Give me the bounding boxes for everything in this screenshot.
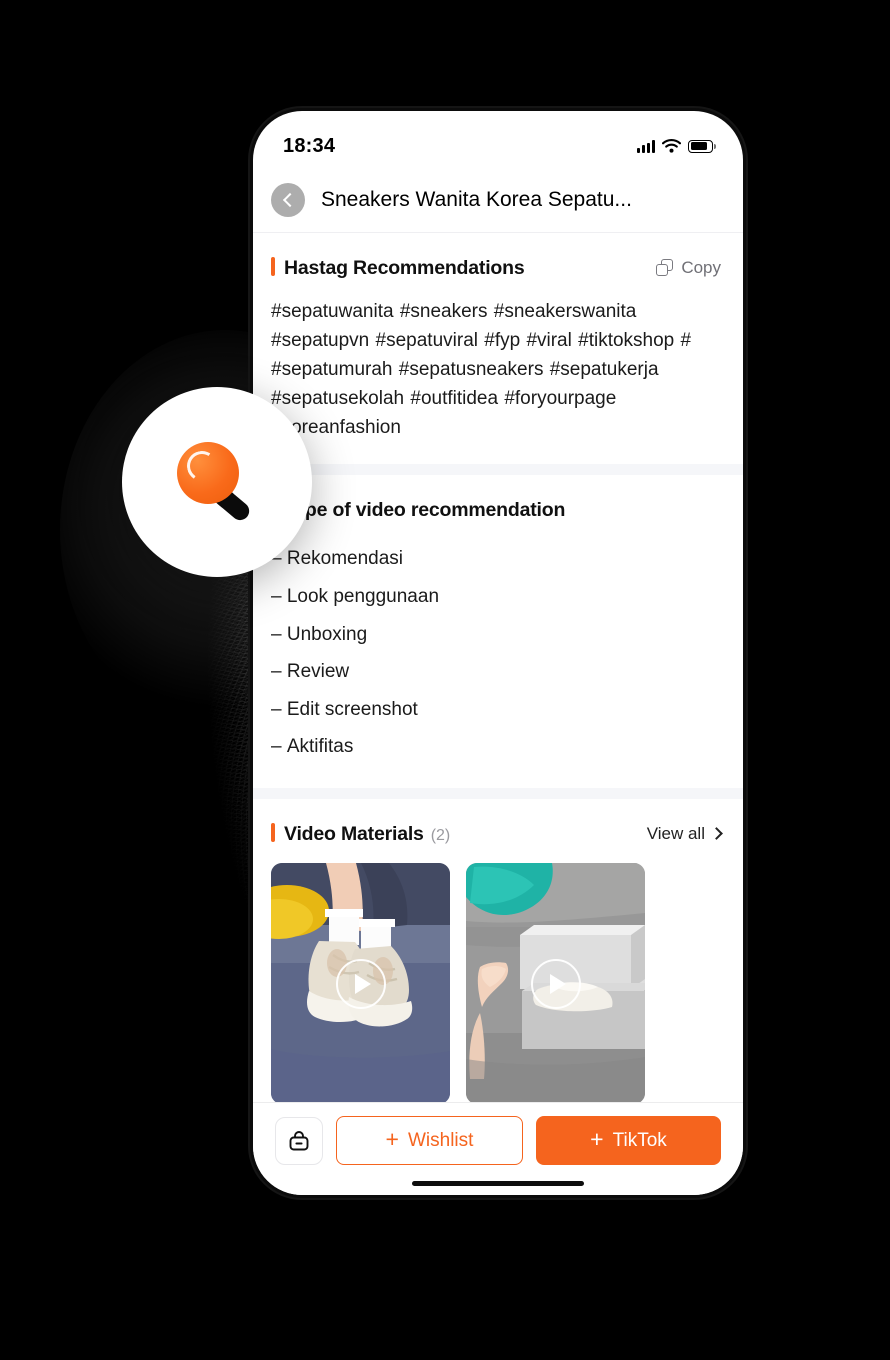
sneakers-on-rug-thumbnail[interactable] (271, 863, 450, 1102)
status-bar-icons (637, 139, 716, 153)
shoe-box-unboxing-thumbnail[interactable] (466, 863, 645, 1102)
lightbulb-magnifier-icon (171, 436, 263, 528)
page-title: Sneakers Wanita Korea Sepatu... (321, 187, 632, 211)
section-divider (253, 464, 743, 476)
view-all-label: View all (646, 823, 705, 843)
status-bar: 18:34 (253, 111, 743, 167)
hashtag-title-wrap: Hastag Recommendations (271, 255, 525, 280)
back-button[interactable] (271, 182, 305, 217)
list-item: Look penggunaan (271, 578, 721, 616)
play-icon[interactable] (335, 958, 386, 1009)
play-icon[interactable] (530, 958, 581, 1009)
chevron-right-icon (710, 827, 723, 840)
video-materials-title-wrap: Video Materials (2) (271, 821, 450, 846)
shopping-bag-button[interactable] (275, 1116, 323, 1165)
copy-button-label: Copy (681, 257, 721, 277)
hashtag-section: Hastag Recommendations Copy #sepatuwanit… (253, 233, 743, 465)
cellular-signal-icon (637, 139, 655, 153)
copy-icon (656, 259, 674, 276)
plus-icon: + (385, 1126, 399, 1152)
video-materials-section-title: Video Materials (284, 823, 424, 846)
phone-screen: 18:34 Sneakers Wanita Korea Sepatu... Ha… (253, 111, 743, 1195)
video-materials-section: Video Materials (2) View all (253, 799, 743, 1102)
home-indicator-area (253, 1171, 743, 1195)
hashtag-section-header: Hastag Recommendations Copy (271, 255, 721, 280)
screenshot-stage: 18:34 Sneakers Wanita Korea Sepatu... Ha… (0, 0, 890, 1360)
shopping-bag-icon (289, 1130, 309, 1150)
wifi-icon (662, 139, 681, 153)
copy-button[interactable]: Copy (656, 258, 721, 278)
video-type-list: Rekomendasi Look penggunaan Unboxing Rev… (271, 540, 721, 766)
list-item: Rekomendasi (271, 540, 721, 578)
video-type-section: Type of video recommendation Rekomendasi… (253, 475, 743, 789)
floating-badge[interactable] (122, 387, 312, 577)
plus-icon: + (590, 1126, 604, 1152)
view-all-button[interactable]: View all (646, 823, 723, 844)
battery-icon (688, 139, 716, 153)
list-item: Edit screenshot (271, 691, 721, 729)
list-item: Unboxing (271, 616, 721, 654)
add-tiktok-button[interactable]: + TikTok (536, 1116, 721, 1165)
list-item: Review (271, 653, 721, 691)
video-thumbnail-list (271, 863, 721, 1102)
hashtag-list: #sepatuwanita #sneakers #sneakerswanita … (271, 301, 692, 438)
scroll-content[interactable]: Hastag Recommendations Copy #sepatuwanit… (253, 233, 743, 1102)
tiktok-label: TikTok (612, 1129, 667, 1151)
video-type-section-title: Type of video recommendation (284, 499, 566, 522)
hashtag-section-title: Hastag Recommendations (284, 257, 525, 279)
wishlist-label: Wishlist (407, 1129, 474, 1151)
video-type-title-wrap: Type of video recommendation (271, 497, 721, 522)
bottom-action-bar: + Wishlist + TikTok (253, 1102, 743, 1171)
status-bar-clock: 18:34 (283, 134, 336, 157)
video-materials-count: (2) (430, 827, 451, 845)
navigation-bar: Sneakers Wanita Korea Sepatu... (253, 167, 743, 233)
chevron-left-icon (282, 192, 298, 207)
phone-frame: 18:34 Sneakers Wanita Korea Sepatu... Ha… (250, 108, 746, 1198)
video-materials-header: Video Materials (2) View all (271, 821, 723, 846)
add-wishlist-button[interactable]: + Wishlist (336, 1116, 523, 1165)
section-divider (253, 788, 743, 800)
home-indicator[interactable] (412, 1180, 584, 1186)
list-item: Aktifitas (271, 728, 721, 766)
